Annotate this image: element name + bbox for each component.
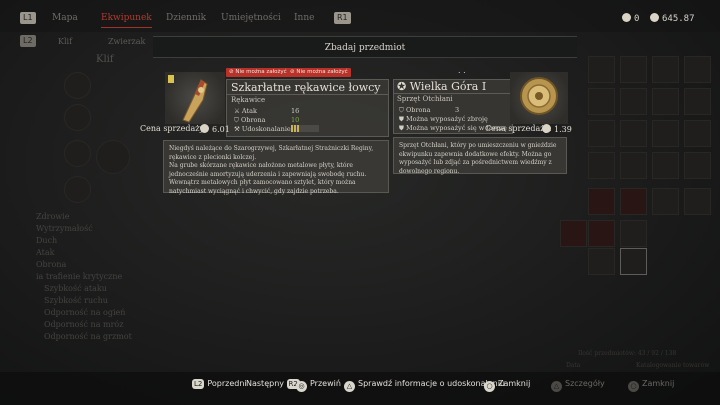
stat-label-text: Można wyposażyć zbroję bbox=[405, 115, 488, 123]
left-sell-price: 6.01 bbox=[200, 124, 230, 134]
left-sell-price-label: Cena sprzedaży: bbox=[140, 124, 207, 133]
attack-stat-value: 16 bbox=[291, 107, 300, 115]
close-label: Zamknij bbox=[498, 379, 531, 388]
stat-label-text: Udoskonalanie bbox=[241, 125, 291, 133]
l2-button-glyph[interactable]: L2 bbox=[20, 35, 36, 47]
abyss-gear-icon bbox=[520, 77, 558, 115]
upgrade-bar-fill bbox=[291, 125, 300, 132]
left-item-description: Niegdyś należące do Szarogrzywej, Szkarł… bbox=[163, 140, 389, 195]
currency-b: 645.87 bbox=[650, 13, 695, 24]
tag-text: Nie można założyć bbox=[235, 69, 287, 75]
l2-button-glyph: L2 bbox=[192, 379, 205, 389]
scroll-hint[interactable]: ◎ Przewiń bbox=[296, 379, 341, 392]
stat-label-text: Obrona bbox=[240, 116, 266, 124]
subtab-pet[interactable]: Zwierzak bbox=[108, 37, 145, 46]
divider bbox=[393, 93, 513, 94]
check-upgrade-label: Sprawdź informacje o udoskonalaniu bbox=[358, 379, 505, 388]
stat-label-text: Obrona bbox=[405, 106, 431, 114]
tab-map[interactable]: Mapa bbox=[52, 13, 78, 23]
coin-icon bbox=[200, 124, 209, 133]
coin-icon bbox=[650, 13, 659, 22]
tab-skills[interactable]: Umiejętności bbox=[221, 13, 281, 23]
page-dots: . . bbox=[458, 66, 466, 75]
defense-stat-value: 10 bbox=[291, 116, 300, 124]
top-navigation: L1 Mapa Ekwipunek Dziennik Umiejętności … bbox=[0, 0, 720, 32]
close-hint[interactable]: ○ Zamknij bbox=[484, 379, 530, 392]
scroll-label: Przewiń bbox=[310, 379, 341, 388]
upgrade-bar bbox=[291, 125, 319, 132]
right-item-category: Sprzęt Otchłani bbox=[397, 95, 453, 103]
coin-icon bbox=[542, 124, 551, 133]
triangle-button-icon: △ bbox=[344, 381, 355, 392]
stat-label-text: Atak bbox=[241, 107, 257, 115]
defense-stat-value: 3 bbox=[455, 106, 460, 114]
gauntlet-icon bbox=[182, 79, 208, 123]
cannot-equip-tag: ⊘ Nie można założyć bbox=[287, 68, 351, 77]
attack-stat-label: ⚔ Atak bbox=[234, 107, 257, 115]
next-hint[interactable]: Następny R2 bbox=[246, 379, 303, 389]
rarity-marker bbox=[168, 75, 174, 83]
currency-a-value: 0 bbox=[634, 14, 640, 24]
circle-button-icon: ○ bbox=[628, 381, 639, 392]
close-hint-faded[interactable]: ○ Zamknij bbox=[628, 379, 674, 392]
right-stick-icon: ◎ bbox=[296, 381, 307, 392]
price-value: 1.39 bbox=[554, 125, 572, 134]
left-item-category: Rękawice bbox=[231, 96, 266, 104]
cannot-equip-tag: ⊘ Nie można założyć bbox=[226, 68, 290, 77]
right-item-name: ✪ Wielka Góra I bbox=[397, 80, 487, 93]
check-upgrade-hint[interactable]: △ Sprawdź informacje o udoskonalaniu bbox=[344, 379, 505, 392]
price-value: 6.01 bbox=[212, 125, 230, 134]
armor-slot-label: ⛊ Można wyposażyć zbroję bbox=[399, 115, 488, 123]
defense-stat-label: ⛉ Obrona bbox=[234, 116, 266, 124]
right-item-description: Sprzęt Otchłani, który po umieszczeniu w… bbox=[393, 137, 567, 175]
r1-button-glyph[interactable]: R1 bbox=[334, 12, 351, 24]
details-hint[interactable]: △ Szczegóły bbox=[551, 379, 605, 392]
triangle-button-icon: △ bbox=[551, 381, 562, 392]
previous-hint[interactable]: L2 Poprzedni bbox=[192, 379, 247, 389]
upgrade-stat-label: ⚒ Udoskonalanie bbox=[234, 125, 291, 133]
currency-a: 0 bbox=[622, 13, 639, 24]
previous-label: Poprzedni bbox=[207, 379, 247, 388]
tag-text: Nie można założyć bbox=[296, 69, 348, 75]
subtab-character[interactable]: Klif bbox=[58, 37, 72, 46]
circle-button-icon: ○ bbox=[484, 381, 495, 392]
details-label: Szczegóły bbox=[565, 379, 605, 388]
l1-button-glyph[interactable]: L1 bbox=[20, 12, 36, 24]
right-sell-price: 1.39 bbox=[542, 124, 572, 134]
tab-inventory[interactable]: Ekwipunek bbox=[101, 13, 152, 28]
tab-other[interactable]: Inne bbox=[294, 13, 314, 23]
dialog-title: Zbadaj przedmiot bbox=[324, 43, 406, 53]
left-item-name: Szkarłatne rękawice łowcy bbox=[231, 81, 381, 94]
item-thumbnail bbox=[165, 72, 225, 124]
item-thumbnail bbox=[510, 72, 568, 124]
currency-b-value: 645.87 bbox=[662, 14, 695, 24]
divider bbox=[226, 94, 389, 95]
token-icon bbox=[622, 13, 631, 22]
right-item-name-text: Wielka Góra I bbox=[409, 80, 487, 93]
inspect-dialog-header: Zbadaj przedmiot bbox=[153, 36, 577, 58]
next-label: Następny bbox=[246, 379, 284, 388]
tab-journal[interactable]: Dziennik bbox=[166, 13, 206, 23]
overlay-dim bbox=[0, 0, 720, 405]
close-label: Zamknij bbox=[642, 379, 675, 388]
defense-stat-label: ⛉ Obrona bbox=[399, 106, 431, 114]
